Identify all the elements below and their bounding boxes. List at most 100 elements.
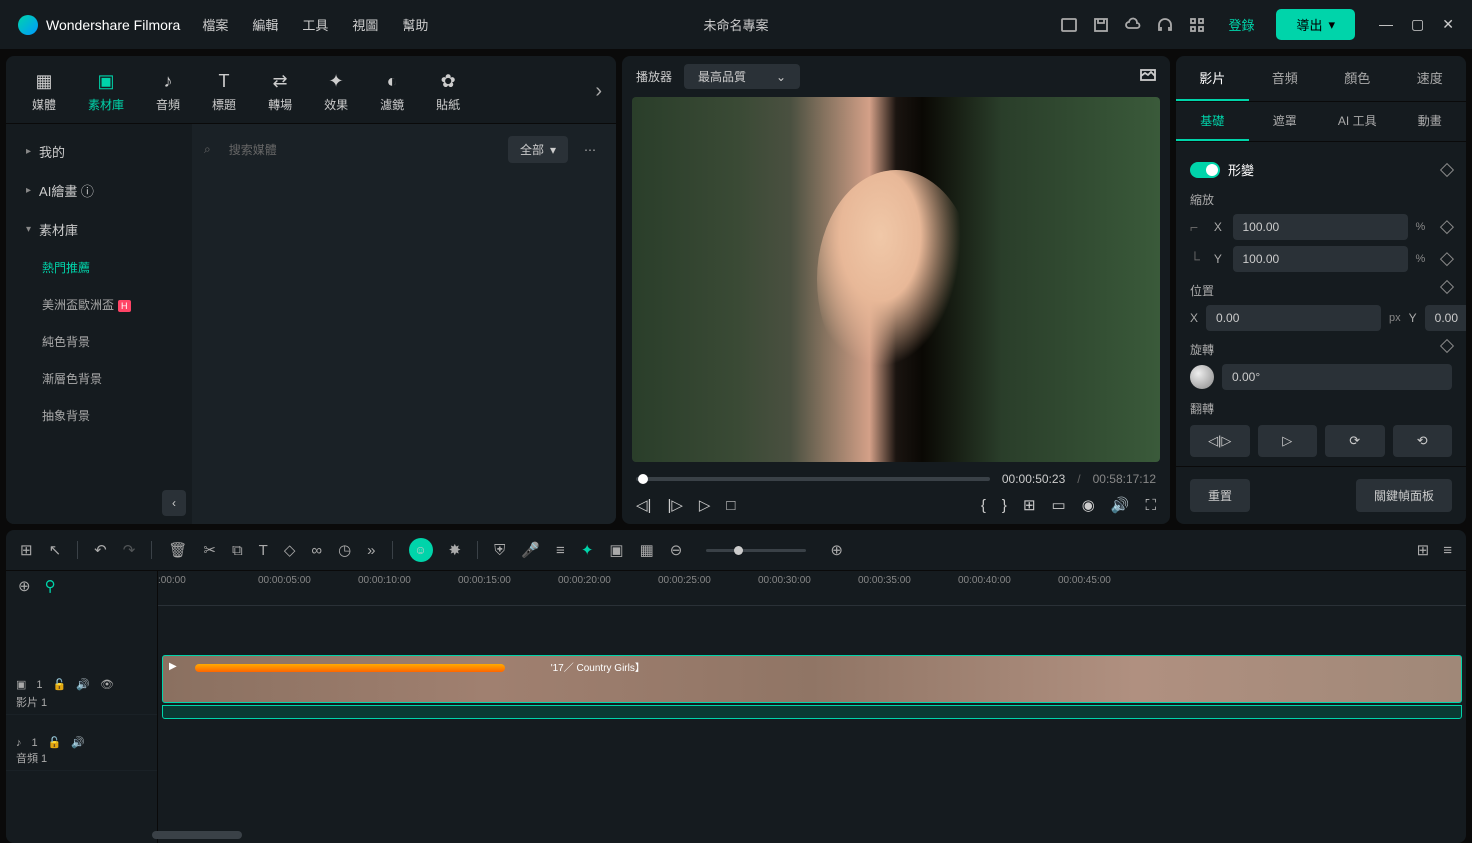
save-icon[interactable] — [1092, 16, 1110, 34]
tab-audio-props[interactable]: 音頻 — [1249, 56, 1322, 101]
position-keyframe-icon[interactable] — [1440, 280, 1454, 294]
zoom-in-button[interactable]: ⊕ — [830, 541, 843, 559]
sidebar-item-ai-drawing[interactable]: AI繪畫 ⓘ — [6, 171, 192, 210]
delete-button[interactable]: 🗑 — [168, 541, 187, 559]
more-options-icon[interactable]: ⋯ — [578, 143, 604, 157]
mute-icon[interactable]: 🔊 — [71, 736, 85, 749]
rotate-cw-button[interactable]: ⟳ — [1325, 425, 1385, 457]
export-button[interactable]: 導出▾ — [1276, 9, 1355, 40]
tab-transitions[interactable]: ⇄轉場 — [256, 66, 304, 117]
headphones-icon[interactable] — [1156, 16, 1174, 34]
zoom-out-button[interactable]: ⊖ — [670, 541, 683, 559]
progress-thumb[interactable] — [638, 474, 648, 484]
tab-effects[interactable]: ✦效果 — [312, 66, 360, 117]
play-button[interactable]: ▷ — [699, 496, 711, 514]
mark-out-button[interactable]: } — [1002, 497, 1007, 514]
sidebar-collapse-button[interactable]: ‹ — [162, 490, 186, 516]
menu-edit[interactable]: 編輯 — [252, 15, 278, 34]
next-frame-button[interactable]: |▷ — [667, 496, 682, 514]
scale-x-input[interactable] — [1233, 214, 1408, 240]
sidebar-sub-cups[interactable]: 美洲盃歐洲盃H — [6, 286, 192, 323]
login-button[interactable]: 登錄 — [1220, 11, 1262, 38]
tab-stickers[interactable]: ✿貼紙 — [424, 66, 472, 117]
audio-waveform[interactable] — [162, 705, 1462, 719]
volume-icon[interactable]: 🔊 — [1111, 496, 1130, 514]
menu-file[interactable]: 檔案 — [202, 15, 228, 34]
sidebar-sub-trending[interactable]: 熱門推薦 — [6, 249, 192, 286]
subtab-mask[interactable]: 遮罩 — [1249, 102, 1322, 141]
text-button[interactable]: T — [259, 542, 268, 559]
lock-icon[interactable]: 🔓 — [53, 678, 67, 691]
scale-y-keyframe-icon[interactable] — [1440, 252, 1454, 266]
audio-track-header[interactable]: ♪1 🔓 🔊 音頻 1 — [6, 715, 157, 771]
apps-icon[interactable] — [1188, 16, 1206, 34]
flip-vertical-button[interactable]: ▷ — [1258, 425, 1318, 457]
fullscreen-icon[interactable]: ⛶ — [1145, 497, 1156, 514]
cloud-icon[interactable] — [1124, 16, 1142, 34]
rotate-ccw-button[interactable]: ⟲ — [1393, 425, 1453, 457]
ratio-icon[interactable]: ⊞ — [1023, 496, 1036, 514]
tab-audio[interactable]: ♪音頻 — [144, 66, 192, 117]
sidebar-sub-solid[interactable]: 純色背景 — [6, 323, 192, 360]
mixer-icon[interactable]: ≡ — [556, 542, 565, 559]
zoom-slider[interactable] — [706, 549, 806, 552]
redo-button[interactable]: ↷ — [123, 541, 136, 559]
filter-dropdown[interactable]: 全部▾ — [508, 136, 568, 163]
settings-icon[interactable]: ≡ — [1443, 542, 1452, 559]
marker-icon[interactable]: ✦ — [581, 541, 594, 559]
link-icon[interactable]: ⌐ — [1190, 219, 1203, 235]
menu-view[interactable]: 視圖 — [352, 15, 378, 34]
mic-icon[interactable]: 🎤 — [521, 541, 540, 559]
visibility-icon[interactable]: 👁 — [100, 678, 114, 691]
quality-dropdown[interactable]: 最高品質⌄ — [684, 64, 800, 89]
more-tools-icon[interactable]: » — [367, 542, 375, 559]
reset-button[interactable]: 重置 — [1190, 479, 1250, 512]
flip-horizontal-button[interactable]: ◁|▷ — [1190, 425, 1250, 457]
mute-icon[interactable]: 🔊 — [76, 678, 90, 691]
video-track-header[interactable]: ▣1 🔓 🔊 👁 影片 1 — [6, 655, 157, 715]
rotation-knob[interactable] — [1190, 365, 1214, 389]
tab-media[interactable]: ▦媒體 — [20, 66, 68, 117]
subtab-animation[interactable]: 動畫 — [1394, 102, 1467, 141]
camera-icon[interactable]: ◉ — [1082, 496, 1095, 514]
track-add-icon[interactable]: ⊕ — [18, 577, 31, 595]
select-tool-icon[interactable]: ⊞ — [20, 541, 33, 559]
tabs-next-icon[interactable]: › — [595, 80, 602, 103]
minimize-button[interactable]: — — [1379, 16, 1393, 33]
render-icon[interactable]: ✸ — [449, 541, 462, 559]
scale-y-input[interactable] — [1233, 246, 1408, 272]
track-magnet-icon[interactable]: ⚲ — [45, 577, 56, 595]
video-clip[interactable]: ▶'17／ Country Girls】 — [162, 655, 1462, 703]
horizontal-scrollbar[interactable] — [152, 831, 242, 839]
sidebar-item-my[interactable]: 我的 — [6, 132, 192, 171]
mark-in-button[interactable]: { — [981, 497, 986, 514]
lock-icon[interactable]: 🔓 — [48, 736, 62, 749]
timeline-ruler[interactable]: :00:00 00:00:05:00 00:00:10:00 00:00:15:… — [158, 571, 1466, 606]
sidebar-sub-gradient[interactable]: 漸層色背景 — [6, 360, 192, 397]
tab-filters[interactable]: ◐濾鏡 — [368, 66, 416, 117]
rotation-keyframe-icon[interactable] — [1440, 339, 1454, 353]
keyframe-panel-button[interactable]: 關鍵幀面板 — [1356, 479, 1452, 512]
maximize-button[interactable]: ▢ — [1411, 16, 1424, 33]
marker-button[interactable]: ◇ — [284, 541, 296, 559]
pos-y-input[interactable] — [1425, 305, 1466, 331]
link-icon[interactable]: └ — [1190, 251, 1203, 267]
rotation-input[interactable] — [1222, 364, 1452, 390]
ai-face-button[interactable]: ☺ — [409, 538, 433, 562]
menu-tools[interactable]: 工具 — [302, 15, 328, 34]
layout-icon[interactable] — [1060, 16, 1078, 34]
transform-toggle[interactable] — [1190, 162, 1220, 178]
search-input[interactable] — [221, 137, 498, 163]
prev-frame-button[interactable]: ◁| — [636, 496, 651, 514]
grid-view-icon[interactable]: ⊞ — [1417, 541, 1430, 559]
shield-icon[interactable]: ⛨ — [494, 542, 505, 559]
video-preview[interactable] — [632, 97, 1160, 462]
scale-x-keyframe-icon[interactable] — [1440, 220, 1454, 234]
subtab-basic[interactable]: 基礎 — [1176, 102, 1249, 141]
menu-help[interactable]: 幫助 — [402, 15, 428, 34]
snapshot-icon[interactable] — [1140, 67, 1156, 86]
link-button[interactable]: ∞ — [311, 542, 322, 559]
record-icon[interactable]: ▣ — [609, 541, 623, 559]
tab-speed[interactable]: 速度 — [1394, 56, 1467, 101]
undo-button[interactable]: ↶ — [94, 541, 107, 559]
